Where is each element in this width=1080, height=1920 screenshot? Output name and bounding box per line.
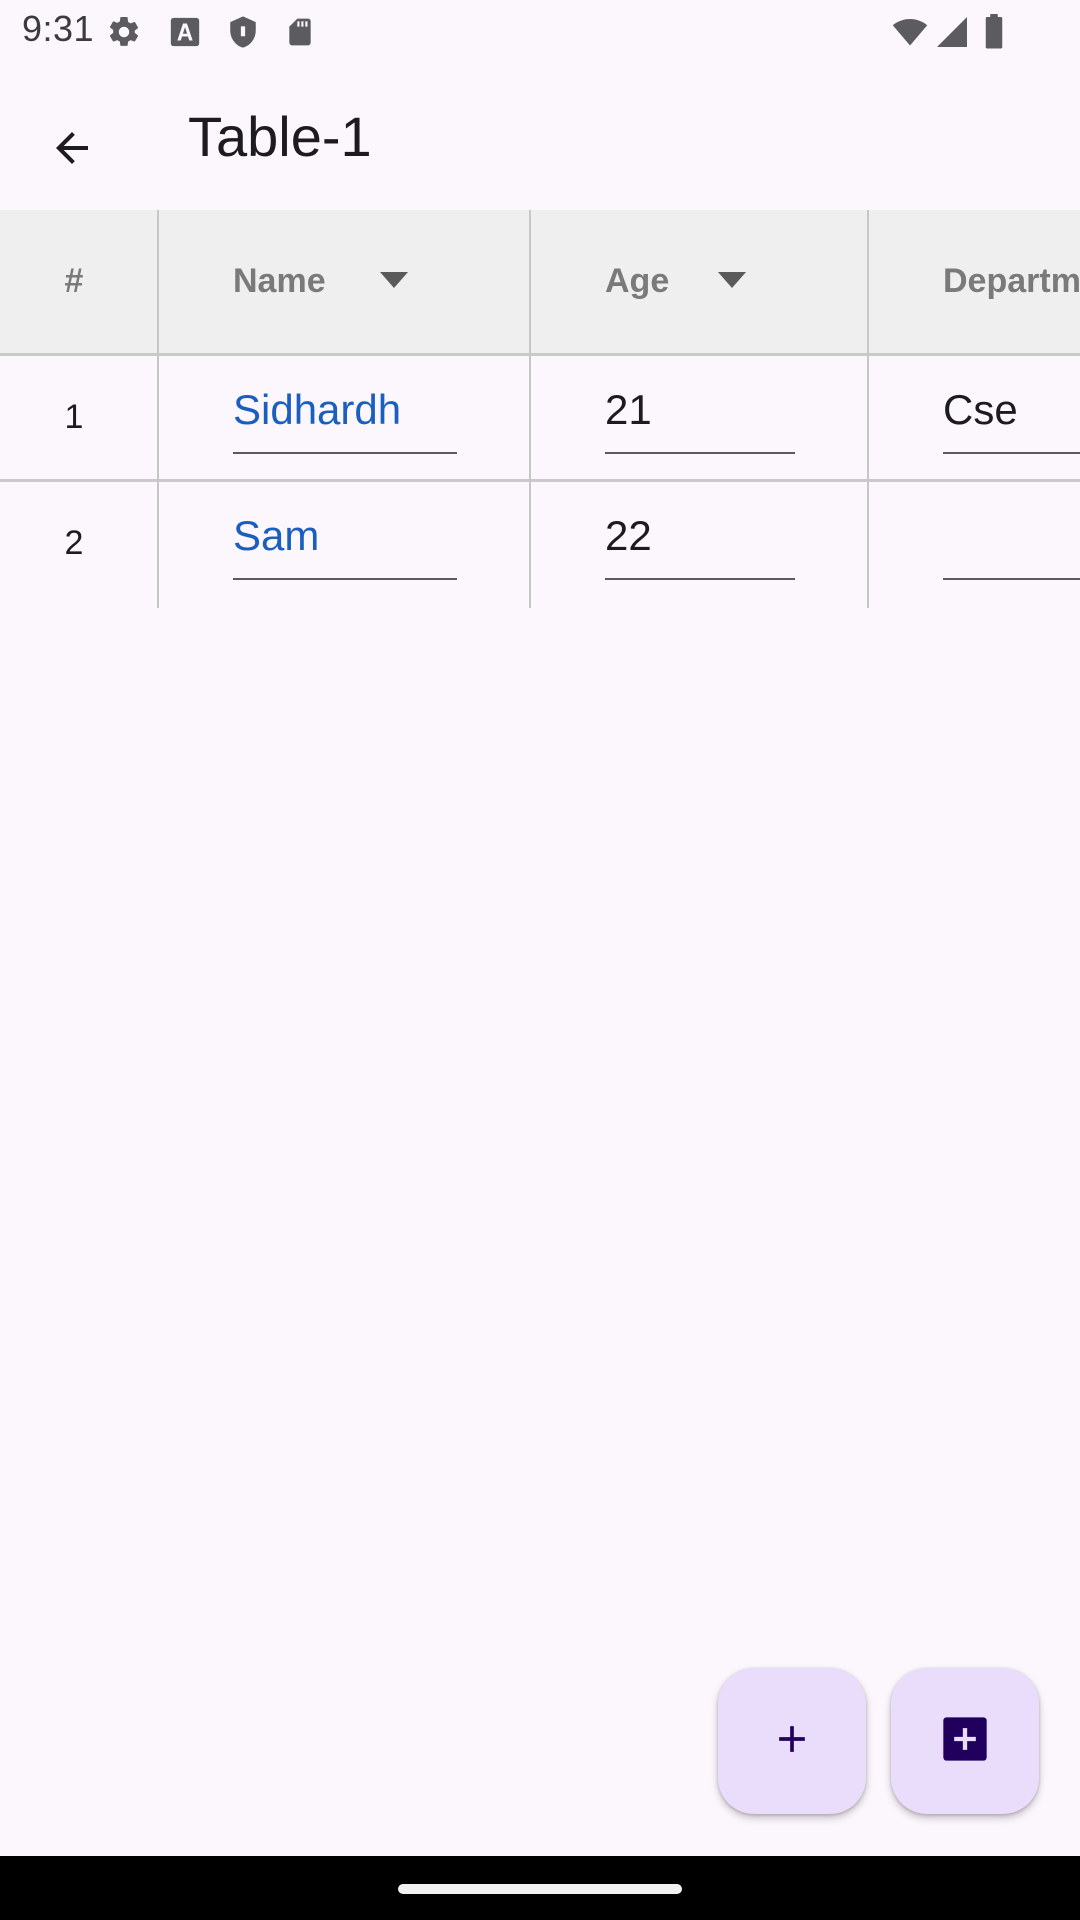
table-row: 1 Sidhardh 21 Cse [0, 356, 1080, 482]
wifi-icon [890, 14, 930, 55]
column-header-age[interactable]: Age [605, 262, 669, 301]
department-field[interactable]: Cse [943, 378, 1080, 454]
gear-icon [106, 14, 142, 55]
age-field[interactable]: 21 [605, 378, 795, 454]
status-time: 9:31 [22, 8, 95, 49]
add-column-fab[interactable] [891, 1668, 1039, 1814]
name-field[interactable]: Sam [233, 504, 457, 580]
column-header-index: # [64, 262, 84, 300]
data-table: # Name Age Departm 1 Sidhardh 21 Cse 2 S… [0, 210, 1080, 610]
department-field[interactable] [943, 504, 1080, 580]
table-row: 2 Sam 22 [0, 482, 1080, 608]
plus-icon [770, 1717, 814, 1766]
column-header-name[interactable]: Name [233, 262, 326, 301]
column-divider [529, 210, 531, 608]
cell-signal-icon [934, 14, 970, 55]
page-title: Table-1 [188, 105, 372, 168]
battery-icon [982, 14, 1006, 55]
chevron-down-icon[interactable] [380, 272, 408, 288]
row-index: 2 [64, 524, 84, 562]
font-a-icon [168, 14, 202, 55]
app-bar: Table-1 [0, 64, 1080, 210]
home-handle[interactable] [398, 1884, 682, 1894]
chevron-down-icon[interactable] [718, 272, 746, 288]
column-header-department[interactable]: Departm [943, 262, 1080, 301]
age-field[interactable]: 22 [605, 504, 795, 580]
add-row-fab[interactable] [718, 1668, 866, 1814]
navigation-bar [0, 1856, 1080, 1920]
row-index: 1 [64, 398, 84, 436]
back-button[interactable] [28, 106, 116, 194]
name-field[interactable]: Sidhardh [233, 378, 457, 454]
add-box-icon [939, 1713, 991, 1770]
arrow-back-icon [48, 124, 96, 177]
sd-card-icon [284, 14, 316, 55]
column-divider [157, 210, 159, 608]
table-header-row: # Name Age Departm [0, 210, 1080, 356]
status-bar: 9:31 [0, 0, 1080, 64]
column-divider [867, 210, 869, 608]
shield-icon [226, 14, 260, 55]
